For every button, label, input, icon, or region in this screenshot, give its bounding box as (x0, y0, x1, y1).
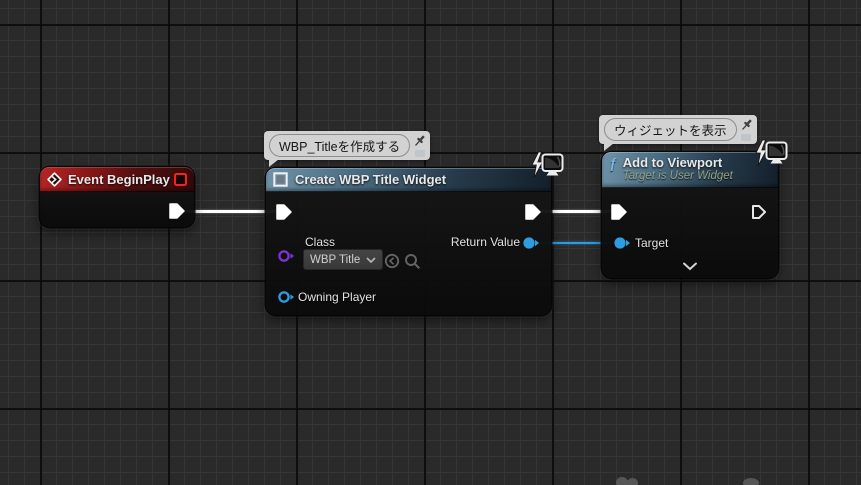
comment-bubble-viewport[interactable]: ウィジェットを表示 (599, 115, 757, 151)
exec-output-pin[interactable] (168, 202, 186, 220)
cosmetic-client-only-icon (755, 139, 788, 167)
node-create-widget[interactable]: Create WBP Title Widget Class WBP Title (266, 168, 551, 315)
comment-text: WBP_Titleを作成する (269, 134, 411, 157)
owning-player-pin-label: Owning Player (298, 290, 377, 304)
node-event-beginplay[interactable]: Event BeginPlay (40, 167, 194, 227)
comment-mini-icon (414, 150, 425, 157)
node-subtitle: Target is User Widget (622, 170, 733, 182)
node-create-widget-header: Create WBP Title Widget (266, 168, 551, 192)
exec-output-pin[interactable] (524, 203, 542, 221)
pin-icon[interactable] (740, 118, 753, 132)
function-icon: ƒ (609, 155, 617, 171)
node-title: Add to Viewport (622, 155, 723, 170)
exec-input-pin[interactable] (610, 203, 628, 221)
class-select-dropdown[interactable]: WBP Title (303, 249, 383, 270)
exec-input-pin[interactable] (275, 203, 293, 221)
node-title: Event BeginPlay (68, 171, 170, 187)
use-selected-asset-icon[interactable] (384, 253, 400, 269)
node-event-beginplay-header: Event BeginPlay (40, 167, 194, 192)
comment-bubble-create[interactable]: WBP_Titleを作成する (264, 131, 431, 167)
widget-icon (273, 172, 288, 187)
comment-mini-icon (741, 134, 752, 141)
pin-icon[interactable] (413, 134, 426, 148)
event-node-red-badge (174, 172, 187, 186)
return-value-pin-label: Return Value (450, 235, 520, 249)
event-diamond-icon (47, 171, 62, 187)
clipped-shape (743, 478, 759, 485)
comment-text: ウィジェットを表示 (604, 118, 737, 141)
class-selected-value: WBP Title (310, 253, 361, 266)
advanced-pins-chevron-icon[interactable] (682, 262, 698, 271)
target-pin-label: Target (635, 236, 669, 250)
return-value-pin[interactable] (522, 236, 542, 250)
node-add-to-viewport[interactable]: ƒ Add to Viewport Target is User Widget … (602, 152, 778, 278)
target-pin[interactable] (613, 236, 633, 250)
comment-bubble-tail (604, 143, 614, 151)
class-pin-label: Class (305, 235, 336, 249)
exec-output-pin-unconnected[interactable] (750, 203, 768, 221)
class-pin[interactable] (277, 249, 295, 263)
blueprint-graph-canvas[interactable]: Event BeginPlay Create WBP Title Widget … (0, 0, 861, 485)
chevron-down-icon (366, 256, 376, 263)
cosmetic-client-only-icon (531, 151, 564, 179)
comment-bubble-tail (269, 159, 279, 167)
clipped-shape (627, 478, 638, 485)
browse-to-asset-search-icon[interactable] (404, 253, 421, 270)
node-title: Create WBP Title Widget (295, 172, 447, 187)
owning-player-pin[interactable] (277, 290, 295, 304)
